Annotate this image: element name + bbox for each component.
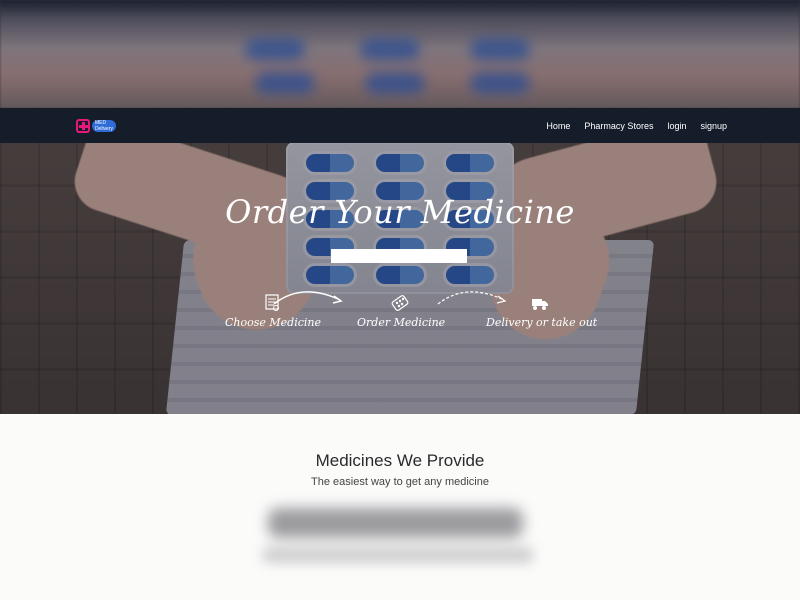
section-title: Medicines We Provide bbox=[315, 451, 485, 470]
medical-cross-icon bbox=[76, 118, 90, 133]
page: MED Delivery Home Pharmacy Stores login … bbox=[0, 0, 800, 600]
delivery-truck-icon bbox=[532, 299, 549, 310]
hero-title: Order Your Medicine bbox=[225, 193, 575, 231]
blurred-subtitle bbox=[262, 547, 534, 563]
step-label: Delivery or take out bbox=[483, 316, 597, 329]
navbar: MED Delivery Home Pharmacy Stores login … bbox=[0, 108, 800, 143]
step-delivery: Delivery or take out bbox=[483, 294, 597, 329]
pills-icon bbox=[391, 295, 409, 311]
step-text: Order Medicine bbox=[357, 316, 446, 329]
step-text: Delivery or take out bbox=[486, 316, 598, 329]
site-logo[interactable]: MED Delivery bbox=[76, 118, 116, 133]
logo-line2: Delivery bbox=[94, 125, 113, 132]
step-order-medicine: Order Medicine bbox=[354, 294, 445, 329]
order-steps: Choose Medicine Order Medicine Delivery … bbox=[0, 294, 800, 334]
medicine-search-input[interactable] bbox=[331, 249, 467, 263]
step-text: Choose Medicine bbox=[225, 316, 322, 329]
nav-link-login[interactable]: login bbox=[667, 121, 686, 131]
nav-link-home[interactable]: Home bbox=[546, 121, 570, 131]
nav-link-signup[interactable]: signup bbox=[700, 121, 727, 131]
blurred-heading bbox=[268, 508, 523, 538]
logo-badge: MED Delivery bbox=[91, 119, 116, 132]
step-label: Order Medicine bbox=[354, 316, 445, 329]
nav-link-pharmacy-stores[interactable]: Pharmacy Stores bbox=[584, 121, 653, 131]
step-label: Choose Medicine bbox=[222, 316, 321, 329]
nav-links: Home Pharmacy Stores login signup bbox=[546, 108, 727, 143]
step-choose-medicine: Choose Medicine bbox=[222, 294, 321, 329]
section-subtitle: The easiest way to get any medicine bbox=[311, 476, 489, 488]
list-icon bbox=[264, 294, 279, 311]
